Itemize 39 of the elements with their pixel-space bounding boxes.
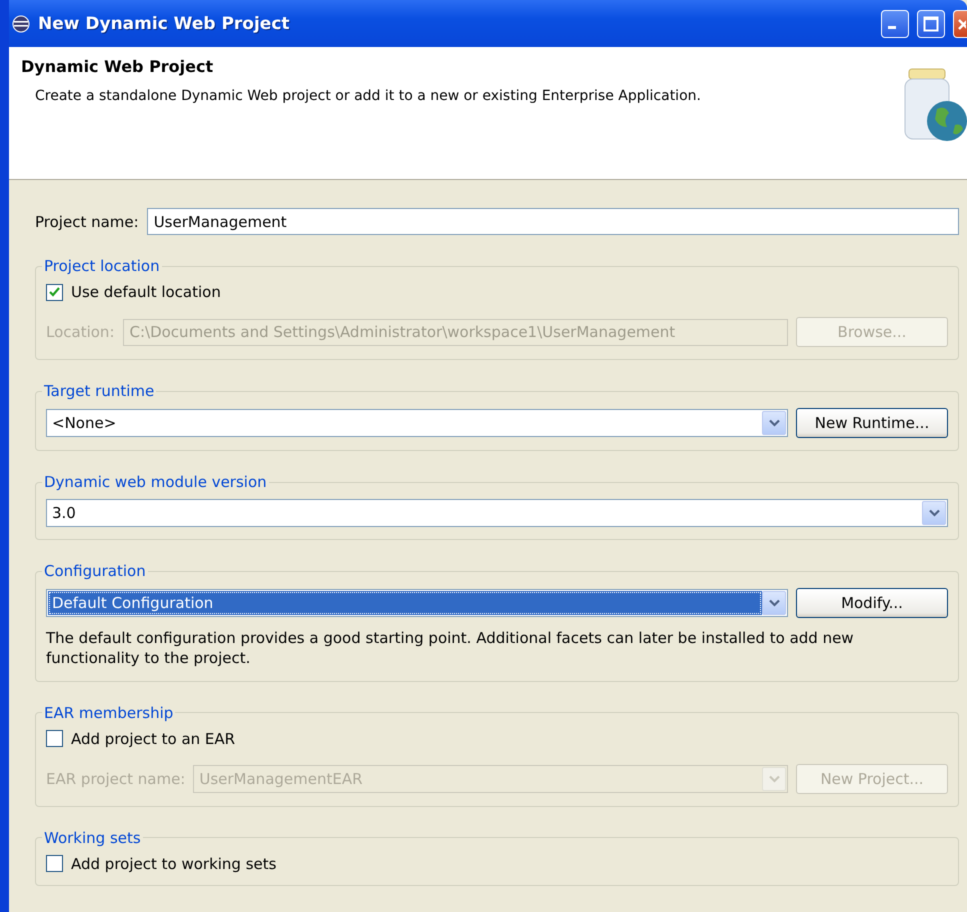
project-name-field[interactable]: UserManagement (146, 208, 959, 235)
chevron-down-icon (768, 419, 780, 427)
group-title: Dynamic web module version (43, 473, 268, 491)
page-title: Dynamic Web Project (21, 57, 214, 76)
modify-button[interactable]: Modify... (796, 588, 948, 618)
group-title: Target runtime (43, 382, 156, 400)
page-description: Create a standalone Dynamic Web project or add it to a new or existing Enterprise Application. (34, 88, 702, 104)
maximize-icon (923, 16, 939, 32)
chevron-down-icon (768, 599, 780, 607)
checkbox-label[interactable]: Add project to working sets (71, 854, 276, 872)
runtime-dropdown[interactable]: <None> (46, 409, 788, 437)
close-button[interactable] (953, 10, 967, 38)
checkbox-label[interactable]: Use default location (71, 283, 221, 301)
minimize-icon (888, 26, 896, 29)
dropdown-button[interactable] (922, 501, 946, 525)
chevron-down-icon (928, 509, 940, 517)
configuration-description: The default configuration provides a good starting point. Additional facets can later be installed to add new functionality to the project. (46, 628, 855, 668)
app-icon (12, 14, 30, 32)
window-title: New Dynamic Web Project (38, 14, 291, 34)
dropdown-button[interactable] (762, 591, 786, 615)
maximize-button[interactable] (917, 10, 945, 38)
group-title: Project location (43, 257, 161, 275)
checkbox[interactable] (46, 284, 63, 300)
checkbox-label[interactable]: Add project to an EAR (71, 730, 236, 748)
minimize-button[interactable] (881, 10, 909, 38)
group-title: Configuration (43, 562, 147, 580)
field-label: Location: (46, 323, 114, 341)
checkbox[interactable] (46, 855, 63, 872)
version-dropdown[interactable]: 3.0 (46, 499, 948, 527)
group-title: EAR membership (43, 704, 174, 722)
new-runtime-button[interactable]: New Runtime... (796, 408, 948, 438)
field-label: EAR project name: (46, 770, 186, 788)
field-label: Project name: (35, 212, 139, 230)
chevron-down-icon (768, 774, 780, 782)
checkbox[interactable] (46, 730, 63, 747)
configuration-dropdown[interactable]: Default Configuration (46, 589, 788, 617)
dropdown-button[interactable] (762, 411, 786, 435)
group-title: Working sets (43, 828, 142, 846)
close-icon (956, 16, 966, 30)
